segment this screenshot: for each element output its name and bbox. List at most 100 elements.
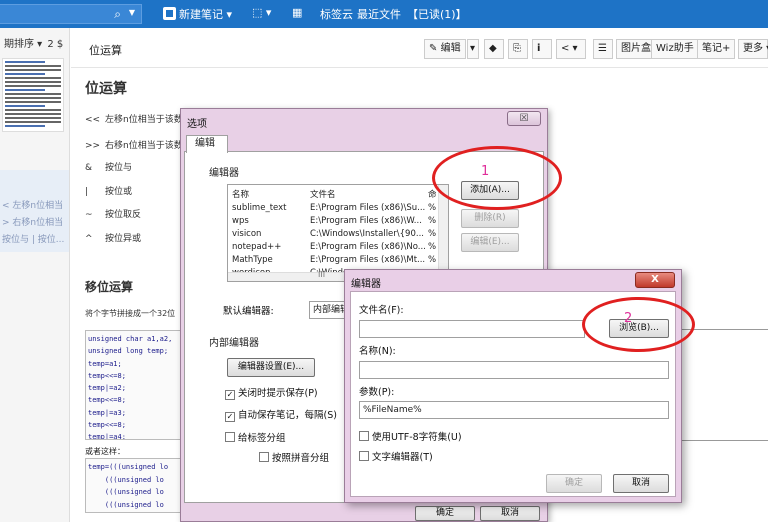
top-toolbar: ⌕ ▼ 新建笔记 ▾ ⬚ ▾ ▦ 标签云 最近文件 【已读(1)】 <box>0 0 768 28</box>
list-cell-cmd: % <box>428 242 437 252</box>
checkbox-checked-icon: ✓ <box>225 390 235 400</box>
list-cell-file: E:\Program Files (x86)\Su... <box>310 203 426 213</box>
chevron-down-icon[interactable]: ▾ <box>227 8 233 21</box>
editor-settings-button[interactable]: 编辑器设置(E)... <box>227 358 315 377</box>
thumbnail-line <box>5 69 61 71</box>
thumbnail-line <box>5 73 45 75</box>
code-block: temp=(((unsigned lo (((unsigned lo (((un… <box>85 458 185 513</box>
list-cell-name: sublime_text <box>232 203 287 213</box>
tag-group-checkbox[interactable]: 给标签分组 <box>225 430 286 444</box>
layout-icon[interactable]: ▦ <box>292 6 302 19</box>
checkbox-icon <box>359 451 369 461</box>
code-line: temp|=a3; <box>88 408 126 417</box>
thumbnail-line <box>5 97 61 99</box>
thumbnail-line <box>5 77 61 79</box>
fullscreen-icon: ⬚ <box>252 6 263 19</box>
code-line: temp|=a2; <box>88 384 126 393</box>
edit-dropdown[interactable]: ▾ <box>467 39 479 59</box>
checkbox-icon <box>225 432 235 442</box>
share-button[interactable]: < ▾ <box>556 39 586 59</box>
search-box[interactable]: ⌕ ▼ <box>0 4 142 24</box>
edit-button[interactable]: 编辑(E)... <box>461 233 519 252</box>
list-cell-file: C:\Windows\Installer\{90... <box>310 229 424 239</box>
read-count-badge[interactable]: 【已读(1)】 <box>407 6 467 22</box>
close-button[interactable]: X <box>635 272 675 288</box>
list-cell-cmd: % <box>428 255 437 265</box>
code-line: unsigned long temp; <box>88 347 169 356</box>
list-item[interactable]: notepad++ E:\Program Files (x86)\No...% <box>232 242 442 254</box>
delete-button[interactable]: 删除(R) <box>461 209 519 228</box>
thumbnail-line <box>5 89 45 91</box>
list-item[interactable]: MathType E:\Program Files (x86)\Mt...% <box>232 255 442 267</box>
info-button[interactable]: i <box>532 39 552 59</box>
autosave-checkbox[interactable]: ✓ 自动保存笔记，每隔(S) <box>225 407 337 422</box>
info-icon: i <box>537 43 541 54</box>
image-box-button[interactable]: 图片盒 <box>616 39 656 59</box>
cancel-button[interactable]: 取消 <box>480 506 540 521</box>
chevron-down-icon[interactable]: ▼ <box>129 8 135 17</box>
chevron-down-icon: ▾ <box>470 43 476 54</box>
list-cell-cmd: % <box>428 229 437 239</box>
tags-cloud-link[interactable]: 标签云 <box>320 6 353 22</box>
note-thumbnail[interactable] <box>2 58 64 132</box>
scrollbar[interactable] <box>438 185 448 281</box>
sort-dropdown[interactable]: 期排序 ▾ 2 $ <box>4 35 63 50</box>
divider <box>682 329 768 330</box>
op-row: << 左移n位相当于该数 <box>85 115 183 125</box>
more-button[interactable]: 更多 ▾ <box>738 39 768 59</box>
list-item[interactable]: visicon C:\Windows\Installer\{90...% <box>232 229 442 241</box>
note-plus-button[interactable]: 笔记+ <box>697 39 736 59</box>
ok-button[interactable]: 确定 <box>546 474 602 493</box>
code-line: temp<<=8; <box>88 371 126 380</box>
recent-files-link[interactable]: 最近文件 <box>357 6 401 22</box>
editor-list[interactable]: 名称 文件名 命 sublime_text E:\Program Files (x… <box>227 184 449 282</box>
new-note-button[interactable]: 新建笔记 ▾ <box>163 6 232 22</box>
tab-edit[interactable]: 编辑 <box>186 135 228 153</box>
thumbnail-line <box>5 85 61 87</box>
list-item[interactable]: wps E:\Program Files (x86)\W...% <box>232 216 442 228</box>
code-line: temp=a1; <box>88 359 122 368</box>
text-editor-checkbox[interactable]: 文字编辑器(T) <box>359 449 433 463</box>
list-item[interactable]: sublime_text E:\Program Files (x86)\Su...… <box>232 203 442 215</box>
filename-field[interactable] <box>359 320 585 338</box>
section-desc: 将个字节拼接成一个32位 <box>85 309 176 318</box>
thumbnail-line <box>5 113 61 115</box>
thumbnail-line <box>5 65 61 67</box>
code-line: unsigned char a1,a2, <box>88 335 173 343</box>
wiz-helper-button[interactable]: Wiz助手 <box>651 39 699 59</box>
tag-button[interactable]: ◆ <box>484 39 504 59</box>
name-label: 名称(N): <box>359 346 396 357</box>
outline-button[interactable]: ☰ <box>593 39 613 59</box>
note-title[interactable]: 位运算 <box>89 42 122 58</box>
close-save-checkbox[interactable]: ✓ 关闭时提示保存(P) <box>225 385 318 400</box>
edit-button[interactable]: ✎ 编辑 <box>424 39 466 59</box>
thumbnail-line <box>5 105 45 107</box>
list-icon: ☰ <box>598 43 607 54</box>
note-header: 位运算 ✎ 编辑 ▾ ◆ ⎘ i < ▾ ☰ 图片盒 Wiz助手 笔记+ 更多 … <box>71 28 768 68</box>
search-icon[interactable]: ⌕ <box>114 7 121 22</box>
attachment-button[interactable]: ⎘ <box>508 39 528 59</box>
close-button[interactable]: ☒ <box>507 111 541 126</box>
view-toggle-button[interactable]: ⬚ ▾ <box>252 6 271 19</box>
op-row: ^ 按位异或 <box>85 234 142 244</box>
thumbnail-line <box>5 93 61 95</box>
name-field[interactable] <box>359 361 669 379</box>
list-cell-name: notepad++ <box>232 242 282 252</box>
list-cell-file: E:\Program Files (x86)\No... <box>310 242 426 252</box>
selected-note-item[interactable]: < 左移n位相当 > 右移n位相当 按位与 | 按位... <box>0 170 69 252</box>
chevron-down-icon: ▾ <box>265 6 272 19</box>
params-label: 参数(P): <box>359 387 395 398</box>
utf8-checkbox[interactable]: 使用UTF-8字符集(U) <box>359 429 462 443</box>
dialog-title: 编辑器 <box>351 279 381 290</box>
list-cell-cmd: % <box>428 216 437 226</box>
code-line: temp<<=8; <box>88 421 126 430</box>
list-cell-cmd: % <box>428 203 437 213</box>
ok-button[interactable]: 确定 <box>415 506 475 521</box>
cancel-button[interactable]: 取消 <box>613 474 669 493</box>
pinyin-group-checkbox[interactable]: 按照拼音分组 <box>259 450 329 464</box>
thumbnail-line <box>5 125 45 127</box>
list-cell-name: MathType <box>232 255 273 265</box>
params-field[interactable]: %FileName% <box>359 401 669 419</box>
divider <box>682 440 768 441</box>
code-line: (((unsigned lo <box>88 488 164 496</box>
